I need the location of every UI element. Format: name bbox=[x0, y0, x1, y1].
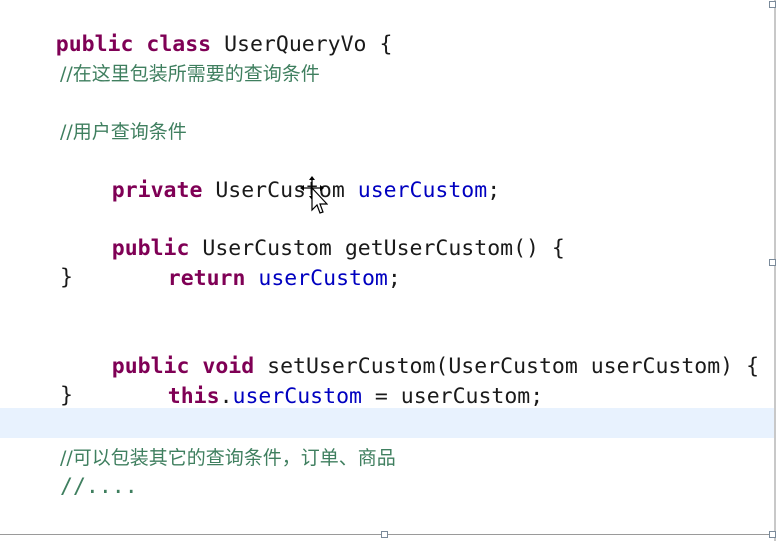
assignment-rest: = userCustom; bbox=[361, 384, 544, 409]
comment-other-conditions[interactable]: //可以包装其它的查询条件，订单、商品 bbox=[60, 443, 396, 473]
code-editor[interactable]: public class UserQueryVo { //在这里包装所需要的查询… bbox=[0, 0, 776, 541]
field-name: userCustom bbox=[357, 178, 488, 203]
resize-handle-right[interactable] bbox=[769, 259, 776, 266]
comment-user-conditions[interactable]: //用户查询条件 bbox=[60, 117, 187, 147]
keyword-class: class bbox=[146, 32, 212, 57]
comment-wrap-conditions[interactable]: //在这里包装所需要的查询条件 bbox=[60, 59, 320, 89]
resize-handle-bottom-right[interactable] bbox=[769, 531, 776, 538]
field-reference: userCustom bbox=[232, 384, 362, 409]
code-line-setter-signature[interactable]: public void setUserCustom(UserCustom use… bbox=[60, 322, 759, 379]
move-cursor-icon bbox=[300, 176, 328, 214]
code-line-return[interactable]: return userCustom; bbox=[116, 234, 401, 291]
keyword-private: private bbox=[111, 178, 203, 203]
comment-ellipsis[interactable]: //.... bbox=[60, 472, 138, 502]
keyword-return: return bbox=[167, 266, 246, 291]
code-line-assignment[interactable]: this.userCustom = userCustom; bbox=[116, 352, 543, 409]
open-brace: { bbox=[379, 32, 393, 57]
class-name: UserQueryVo bbox=[224, 32, 367, 57]
close-brace-setter[interactable]: } bbox=[60, 381, 73, 411]
keyword-this: this bbox=[167, 384, 220, 409]
resize-handle-bottom[interactable] bbox=[381, 531, 388, 538]
code-line-class-declaration[interactable]: public class UserQueryVo { bbox=[4, 0, 393, 57]
field-reference: userCustom bbox=[258, 266, 388, 291]
code-line-field-declaration[interactable]: private UserCustom userCustom; bbox=[60, 146, 500, 203]
close-brace-getter[interactable]: } bbox=[60, 263, 73, 293]
dot: . bbox=[219, 384, 233, 409]
semicolon: ; bbox=[387, 266, 401, 291]
resize-handle-top-right[interactable] bbox=[769, 1, 776, 8]
keyword-public: public bbox=[55, 32, 134, 57]
semicolon: ; bbox=[487, 178, 501, 203]
